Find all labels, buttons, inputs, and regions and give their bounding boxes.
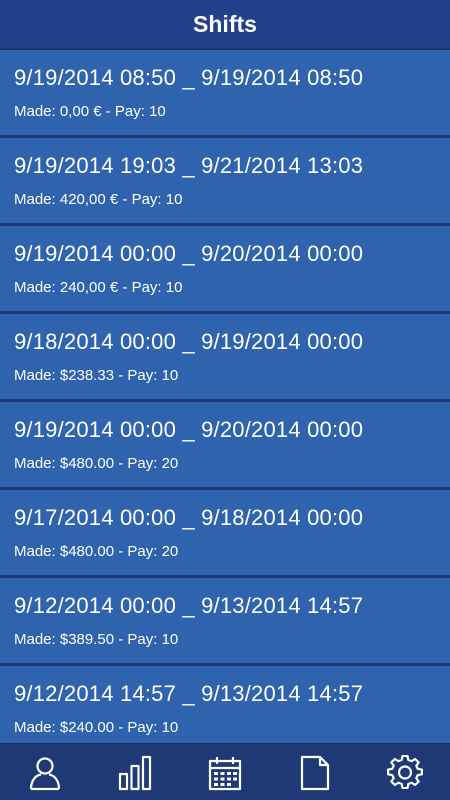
shift-earnings: Made: $480.00 - Pay: 20 (14, 543, 179, 560)
tab-reports[interactable] (285, 744, 345, 800)
shift-list[interactable]: 9/19/2014 08:50 _ 9/19/2014 08:50 Made: … (0, 50, 450, 743)
tab-settings[interactable] (375, 744, 435, 800)
shift-earnings: Made: 420,00 € - Pay: 10 (14, 191, 183, 208)
shift-date-range: 9/12/2014 00:00 _ 9/13/2014 14:57 (14, 593, 364, 618)
bottom-tab-bar (0, 743, 450, 800)
page-title: Shifts (193, 10, 257, 37)
shift-date-range: 9/19/2014 00:00 _ 9/20/2014 00:00 (14, 417, 364, 442)
user-icon (29, 756, 61, 790)
shift-item[interactable]: 9/19/2014 19:03 _ 9/21/2014 13:03 Made: … (0, 138, 450, 226)
shift-date-range: 9/17/2014 00:00 _ 9/18/2014 00:00 (14, 505, 364, 530)
shift-item[interactable]: 9/12/2014 00:00 _ 9/13/2014 14:57 Made: … (0, 578, 450, 666)
app-screen: Shifts 9/19/2014 08:50 _ 9/19/2014 08:50… (0, 0, 450, 800)
shift-earnings: Made: 0,00 € - Pay: 10 (14, 103, 166, 120)
header-bar: Shifts (0, 0, 450, 50)
shift-date-range: 9/19/2014 00:00 _ 9/20/2014 00:00 (14, 241, 364, 266)
document-icon (300, 755, 330, 790)
gear-icon (387, 754, 423, 789)
shift-item[interactable]: 9/19/2014 00:00 _ 9/20/2014 00:00 Made: … (0, 226, 450, 314)
shift-date-range: 9/12/2014 14:57 _ 9/13/2014 14:57 (14, 681, 364, 706)
shift-item[interactable]: 9/12/2014 14:57 _ 9/13/2014 14:57 Made: … (0, 666, 450, 743)
tab-calendar[interactable] (195, 744, 255, 800)
shift-earnings: Made: $480.00 - Pay: 20 (14, 455, 179, 472)
shift-earnings: Made: $238.33 - Pay: 10 (14, 367, 179, 384)
shift-date-range: 9/19/2014 19:03 _ 9/21/2014 13:03 (14, 153, 364, 178)
shift-earnings: Made: $240.00 - Pay: 10 (14, 719, 179, 736)
shift-item[interactable]: 9/17/2014 00:00 _ 9/18/2014 00:00 Made: … (0, 490, 450, 578)
shift-item[interactable]: 9/19/2014 00:00 _ 9/20/2014 00:00 Made: … (0, 402, 450, 490)
shift-item[interactable]: 9/19/2014 08:50 _ 9/19/2014 08:50 Made: … (0, 50, 450, 138)
shift-earnings: Made: $389.50 - Pay: 10 (14, 631, 179, 648)
calendar-icon (208, 756, 242, 790)
shift-date-range: 9/19/2014 08:50 _ 9/19/2014 08:50 (14, 65, 364, 90)
shift-date-range: 9/18/2014 00:00 _ 9/19/2014 00:00 (14, 329, 364, 354)
bar-chart-icon (118, 755, 152, 790)
shift-item[interactable]: 9/18/2014 00:00 _ 9/19/2014 00:00 Made: … (0, 314, 450, 402)
tab-stats[interactable] (105, 744, 165, 800)
shift-earnings: Made: 240,00 € - Pay: 10 (14, 279, 183, 296)
tab-profile[interactable] (15, 744, 75, 800)
